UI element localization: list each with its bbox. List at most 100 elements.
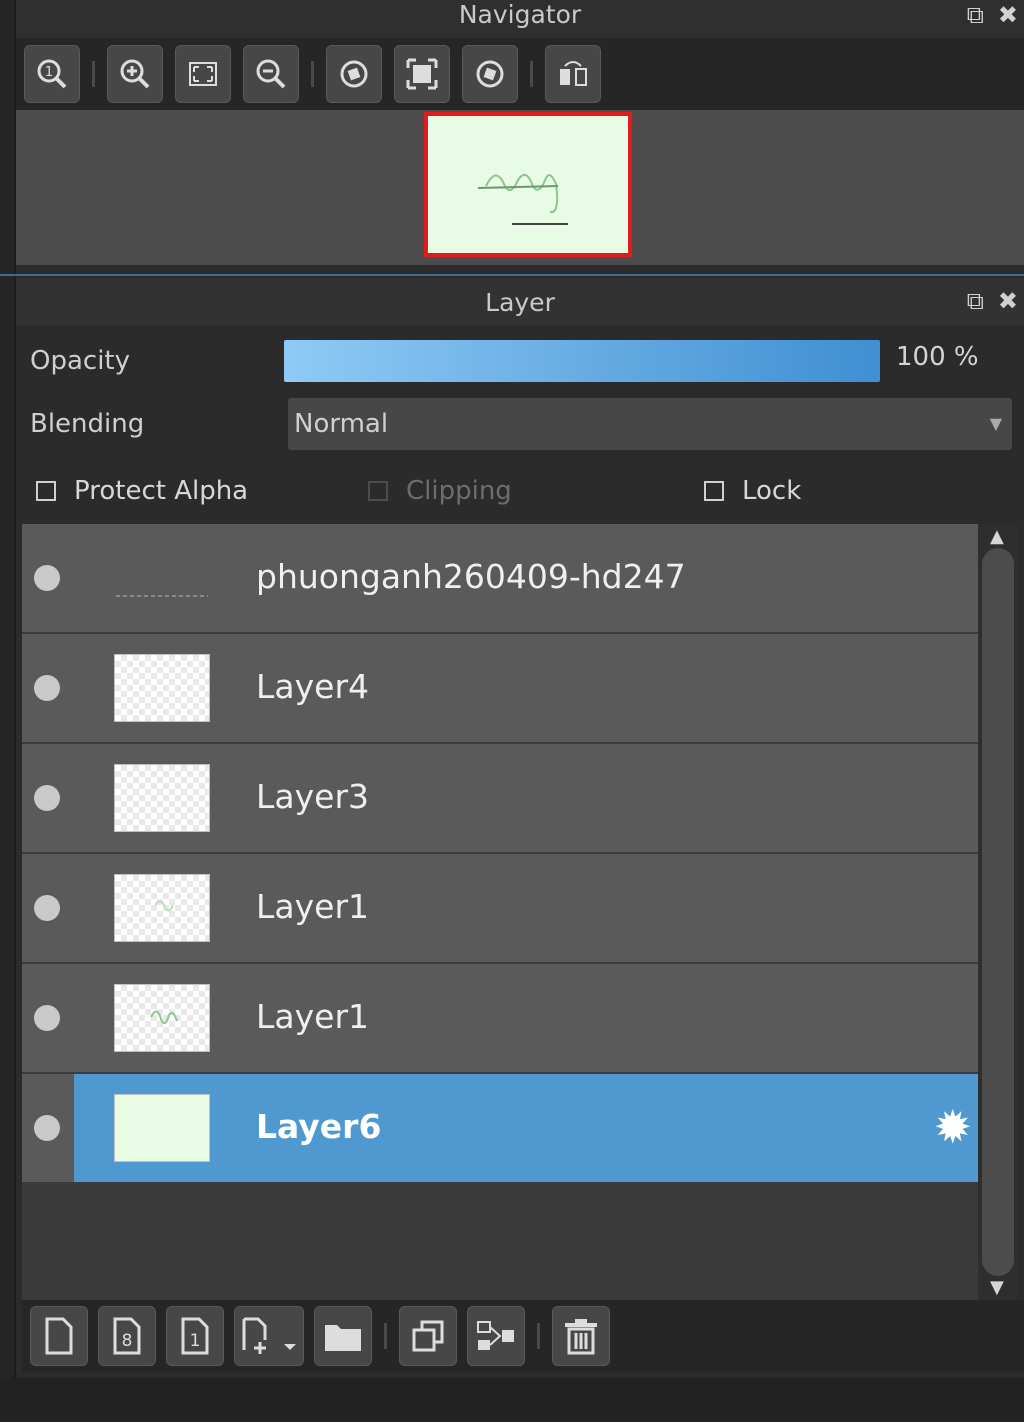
zoom-out-button[interactable] [243, 45, 299, 103]
lock-checkbox[interactable]: Lock [704, 476, 801, 506]
layer-name: Layer4 [256, 667, 370, 706]
layer-thumbnail [114, 544, 210, 612]
layer-name: Layer6 [256, 1107, 382, 1146]
navigator-title: Navigator [458, 0, 582, 29]
visibility-toggle[interactable] [34, 1005, 60, 1031]
blending-label: Blending [30, 409, 145, 439]
zoom-in-icon [120, 59, 150, 89]
zoom-actual-button[interactable]: 1 [24, 45, 80, 103]
zoom-out-icon [256, 59, 286, 89]
folder-icon [325, 1325, 361, 1351]
protect-alpha-checkbox[interactable]: Protect Alpha [36, 476, 248, 506]
layer-list-scrollbar[interactable]: ▲ ▼ [978, 524, 1018, 1300]
layer-name: phuonganh260409-hd247 [256, 557, 686, 596]
layer-row[interactable]: Layer4 [22, 634, 978, 744]
close-icon[interactable]: ✖ [998, 286, 1018, 316]
close-icon[interactable]: ✖ [998, 0, 1018, 30]
fit-icon [189, 62, 217, 86]
fill-view-button[interactable] [394, 45, 450, 103]
merge-down-button[interactable] [467, 1306, 525, 1366]
scroll-up-icon[interactable]: ▲ [990, 526, 1004, 547]
clipping-label: Clipping [406, 476, 512, 506]
visibility-toggle[interactable] [34, 675, 60, 701]
opacity-slider[interactable] [284, 340, 880, 382]
zoom-actual-icon: 1 [37, 59, 67, 89]
layer-8-icon: 8 [113, 1317, 141, 1355]
duplicate-icon [412, 1320, 444, 1352]
layer-thumbnail [114, 874, 210, 942]
layer-thumbnail [114, 764, 210, 832]
window-edge [0, 0, 16, 1422]
opacity-fill [284, 340, 880, 382]
layer-toolbar: 8 1 [22, 1300, 1024, 1372]
duplicate-layer-button[interactable] [399, 1306, 457, 1366]
layer-name: Layer3 [256, 777, 370, 816]
toolbar-separator [311, 61, 314, 87]
svg-text:1: 1 [190, 1331, 201, 1351]
lock-label: Lock [742, 476, 802, 506]
layer-row[interactable]: Layer3 [22, 744, 978, 854]
navigator-panel: Navigator ⧉ ✖ 1 [16, 0, 1024, 270]
toolbar-separator [92, 61, 95, 87]
popout-icon[interactable]: ⧉ [967, 0, 984, 30]
layer-name: Layer1 [256, 887, 370, 926]
visibility-toggle[interactable] [34, 1115, 60, 1141]
scroll-down-icon[interactable]: ▼ [990, 1277, 1004, 1298]
panel-divider [0, 274, 1024, 276]
checkbox-box [36, 481, 56, 501]
gear-icon[interactable]: ✹ [933, 1104, 972, 1150]
checkbox-box [704, 481, 724, 501]
layer-thumbnail [114, 654, 210, 722]
add-layer-menu-button[interactable] [234, 1306, 304, 1366]
new-folder-button[interactable] [314, 1306, 372, 1366]
navigator-title-bar: Navigator ⧉ ✖ [16, 0, 1024, 38]
opacity-value: 100 % [896, 342, 979, 372]
new-layer-button[interactable] [30, 1306, 88, 1366]
fill-view-icon [406, 58, 438, 90]
merge-icon [477, 1321, 514, 1350]
layer-thumbnail [114, 1094, 210, 1162]
visibility-toggle[interactable] [34, 895, 60, 921]
checkbox-box [368, 481, 388, 501]
layer-row[interactable]: phuonganh260409-hd247 [22, 524, 978, 634]
layer-row[interactable]: Layer1 [22, 964, 978, 1074]
fit-button[interactable] [175, 45, 231, 103]
clipping-checkbox[interactable]: Clipping [368, 476, 512, 506]
protect-alpha-label: Protect Alpha [74, 476, 249, 506]
new-page-icon [45, 1317, 73, 1355]
layer-name: Layer1 [256, 997, 370, 1036]
toolbar-separator [384, 1323, 387, 1349]
navigator-toolbar: 1 [16, 38, 1024, 110]
new-8bit-layer-button[interactable]: 8 [98, 1306, 156, 1366]
layer-1-icon: 1 [181, 1317, 209, 1355]
signature-preview [477, 173, 568, 225]
flip-button[interactable] [545, 45, 601, 103]
delete-layer-button[interactable] [552, 1306, 610, 1366]
opacity-label: Opacity [30, 346, 131, 376]
visibility-toggle[interactable] [34, 565, 60, 591]
layer-row[interactable]: Layer1 [22, 854, 978, 964]
visibility-toggle[interactable] [34, 785, 60, 811]
svg-text:1: 1 [45, 65, 53, 80]
new-1bit-layer-button[interactable]: 1 [166, 1306, 224, 1366]
scroll-thumb[interactable] [982, 548, 1014, 1276]
navigator-preview[interactable] [16, 110, 1024, 265]
svg-text:8: 8 [122, 1331, 133, 1351]
status-bar [0, 1378, 1024, 1422]
blending-select[interactable]: Normal ▼ [288, 398, 1012, 450]
blending-value: Normal [294, 409, 389, 439]
layer-thumbnail [114, 984, 210, 1052]
rotate-right-icon [476, 60, 504, 88]
layer-row-selected[interactable]: Layer6 ✹ [22, 1074, 978, 1184]
rotate-right-button[interactable] [462, 45, 518, 103]
zoom-in-button[interactable] [107, 45, 163, 103]
rotate-left-button[interactable] [326, 45, 382, 103]
navigator-thumbnail[interactable] [424, 112, 632, 257]
popout-icon[interactable]: ⧉ [967, 286, 984, 316]
layer-list: phuonganh260409-hd247 Layer4 Layer3 Laye… [22, 524, 978, 1300]
chevron-down-icon: ▼ [989, 414, 1002, 433]
layer-panel: Layer ⧉ ✖ Opacity 100 % Blending Normal … [16, 278, 1024, 1374]
layer-title-bar: Layer ⧉ ✖ [16, 278, 1024, 326]
add-layer-dropdown-icon [242, 1317, 296, 1354]
flip-icon [560, 61, 587, 86]
